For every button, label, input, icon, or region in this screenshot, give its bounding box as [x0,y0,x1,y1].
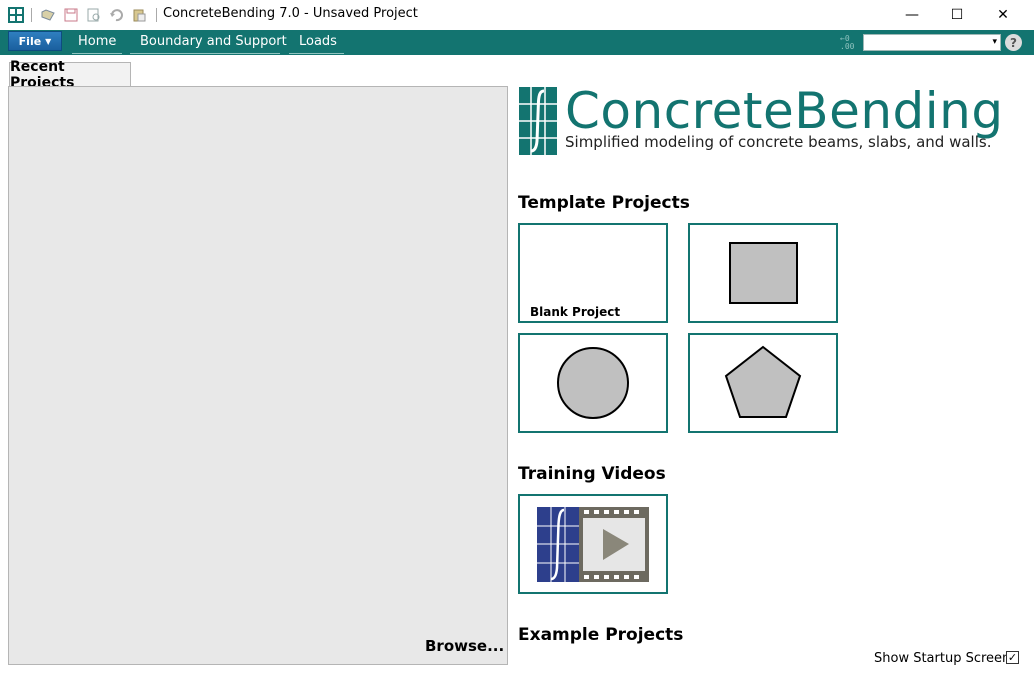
title-bar: ConcreteBending 7.0 - Unsaved Project — … [0,0,1034,30]
file-menu-button[interactable]: File ▼ [8,31,62,51]
save-icon[interactable] [64,8,78,22]
maximize-button[interactable]: ☐ [934,0,980,30]
logo-tagline: Simplified modeling of concrete beams, s… [565,133,992,151]
template-circle[interactable] [518,333,668,433]
print-preview-icon[interactable] [87,8,101,22]
close-button[interactable]: ✕ [980,0,1026,30]
pentagon-section-icon [724,345,802,418]
chevron-down-icon: ▼ [45,36,52,46]
rectangle-section-icon [729,242,798,304]
logo-wordmark: ConcreteBending [565,82,1004,140]
file-menu-label: File [18,34,42,48]
help-icon[interactable]: ? [1005,34,1022,51]
tab-recent-projects[interactable]: Recent Projects [9,59,131,91]
tab-boundary-and-support[interactable]: Boundary and Support [130,34,287,54]
chevron-down-icon: ▾ [992,37,997,47]
recent-projects-list[interactable] [8,86,508,665]
circle-section-icon [557,347,629,419]
toolbar-separator [31,8,32,22]
open-icon[interactable] [41,8,55,22]
template-projects-heading: Template Projects [518,193,690,213]
app-icon[interactable] [8,7,24,23]
template-blank-project[interactable]: Blank Project [518,223,668,323]
toolbar-separator [156,8,157,22]
show-startup-label: Show Startup Screen? [874,651,1018,666]
training-videos-heading: Training Videos [518,464,666,484]
decimal-glyph-bottom: .00 [840,42,855,51]
browse-button[interactable]: Browse... [425,637,504,655]
template-rectangle[interactable] [688,223,838,323]
concretebending-logo-icon [519,87,557,155]
template-pentagon[interactable] [688,333,838,433]
minimize-button[interactable]: — [889,0,935,30]
tab-home[interactable]: Home [72,34,123,54]
paste-icon[interactable] [132,8,146,22]
video-play-icon [537,507,649,582]
tab-loads[interactable]: Loads [289,34,344,54]
training-video-item[interactable] [518,494,668,594]
window-title: ConcreteBending 7.0 - Unsaved Project [163,6,418,21]
undo-icon[interactable] [109,8,123,22]
show-startup-checkbox[interactable]: ✓ [1006,651,1019,664]
example-projects-heading: Example Projects [518,625,684,645]
template-label: Blank Project [530,305,621,319]
units-combo[interactable]: ▾ [863,34,1001,51]
decimal-places-icon[interactable]: ←0 .00 [840,35,854,51]
